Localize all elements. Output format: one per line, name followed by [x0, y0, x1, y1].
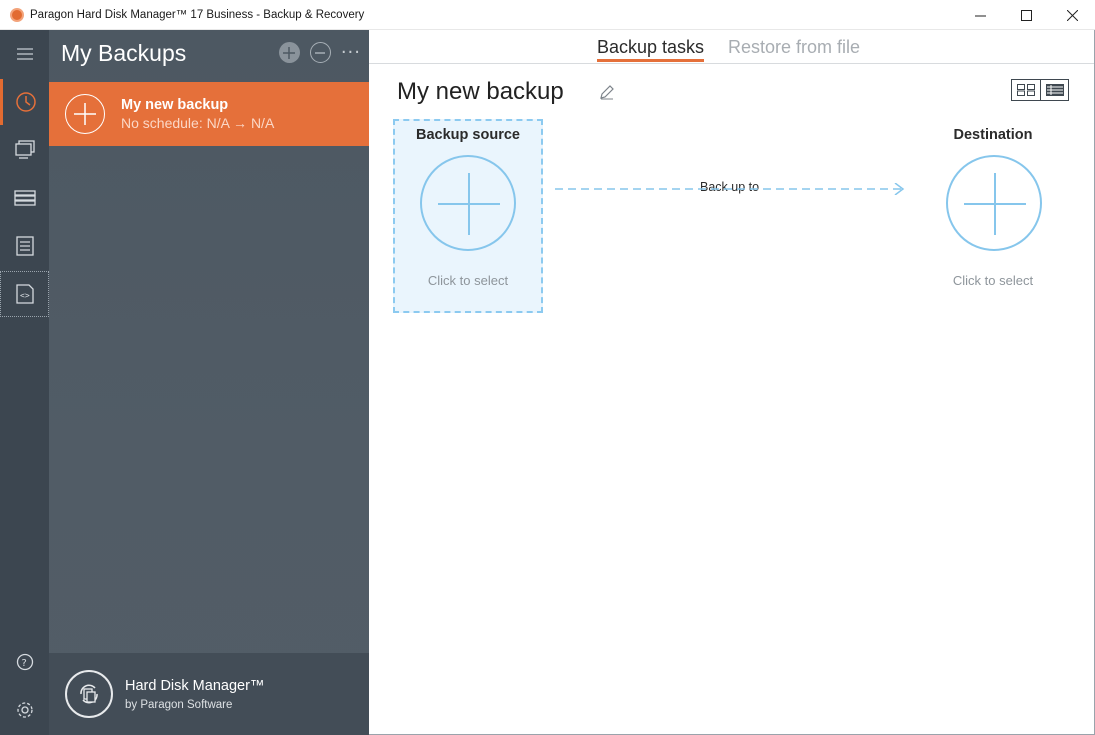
- rail-item-backup[interactable]: [0, 79, 49, 125]
- help-icon: ?: [16, 653, 33, 671]
- close-button[interactable]: [1049, 0, 1095, 30]
- navigation-rail: <> ?: [0, 30, 49, 735]
- rail-item-partitions[interactable]: [0, 175, 49, 221]
- vendor-name: by Paragon Software: [125, 698, 233, 711]
- close-icon: [1066, 9, 1078, 21]
- remove-backup-button[interactable]: [309, 42, 331, 63]
- backup-source-selector[interactable]: Backup source Click to select: [393, 119, 543, 313]
- backup-list-item[interactable]: My new backup No schedule: N/A → N/A: [49, 82, 369, 146]
- maximize-button[interactable]: [1003, 0, 1049, 30]
- log-icon: [15, 236, 34, 256]
- add-source-icon[interactable]: [420, 155, 516, 251]
- list-view-button[interactable]: [1040, 80, 1068, 100]
- hdm-logo-icon: [65, 670, 113, 718]
- tab-backup-tasks[interactable]: Backup tasks: [597, 37, 705, 62]
- list-view-icon: [1045, 84, 1064, 96]
- title-bar: Paragon Hard Disk Manager™ 17 Business -…: [0, 0, 1095, 30]
- pencil-icon: [600, 85, 614, 100]
- backup-plus-icon: [65, 94, 105, 134]
- panel-actions: ···: [278, 42, 361, 63]
- add-backup-button[interactable]: [278, 42, 300, 63]
- main-area: Backup tasks Restore from file My new ba…: [369, 30, 1095, 735]
- edit-title-button[interactable]: [599, 84, 615, 104]
- view-toggle: [1011, 79, 1069, 101]
- rail-item-disk-copy[interactable]: [0, 127, 49, 173]
- rail-item-scripts[interactable]: <>: [0, 271, 49, 317]
- window-title: Paragon Hard Disk Manager™ 17 Business -…: [30, 8, 365, 21]
- minimize-icon: [974, 15, 986, 16]
- product-name: Hard Disk Manager™: [125, 677, 265, 694]
- tab-bar: Backup tasks Restore from file: [369, 30, 1094, 64]
- settings-button[interactable]: [0, 687, 49, 733]
- source-hint: Click to select: [427, 273, 509, 288]
- minus-icon: [315, 51, 326, 54]
- rail-item-log[interactable]: [0, 223, 49, 269]
- menu-icon: [16, 48, 33, 60]
- backups-panel: My Backups ··· My new backup No schedule…: [49, 30, 369, 735]
- destination-label: Destination: [953, 127, 1033, 143]
- task-title: My new backup: [397, 78, 564, 105]
- minimize-button[interactable]: [957, 0, 1003, 30]
- destination-selector[interactable]: Destination Click to select: [941, 119, 1045, 313]
- backup-name: My new backup: [121, 97, 229, 113]
- disk-copy-icon: [14, 140, 35, 159]
- arrow-icon: [555, 180, 907, 199]
- svg-text:<>: <>: [20, 291, 30, 300]
- maximize-icon: [1020, 9, 1032, 21]
- add-destination-icon[interactable]: [946, 155, 1042, 251]
- tile-view-icon: [1017, 84, 1035, 96]
- panel-title: My Backups: [61, 40, 187, 66]
- svg-text:?: ?: [21, 658, 26, 669]
- backup-schedule: No schedule: N/A → N/A: [121, 115, 275, 131]
- help-button[interactable]: ?: [0, 639, 49, 685]
- window-controls: [957, 0, 1095, 30]
- partition-icon: [13, 190, 36, 206]
- destination-hint: Click to select: [952, 273, 1034, 288]
- script-icon: <>: [15, 284, 34, 304]
- menu-button[interactable]: [0, 31, 49, 77]
- product-footer: Hard Disk Manager™ by Paragon Software: [49, 653, 369, 735]
- app-logo-icon: [10, 7, 24, 22]
- more-options-button[interactable]: ···: [341, 43, 361, 61]
- tile-view-button[interactable]: [1012, 80, 1040, 100]
- settings-icon: [16, 702, 33, 718]
- panel-header: My Backups ···: [49, 30, 369, 82]
- plus-icon: [283, 46, 296, 59]
- tab-restore-from-file[interactable]: Restore from file: [728, 37, 860, 58]
- backup-source-label: Backup source: [416, 127, 520, 143]
- backup-clock-icon: [16, 92, 36, 112]
